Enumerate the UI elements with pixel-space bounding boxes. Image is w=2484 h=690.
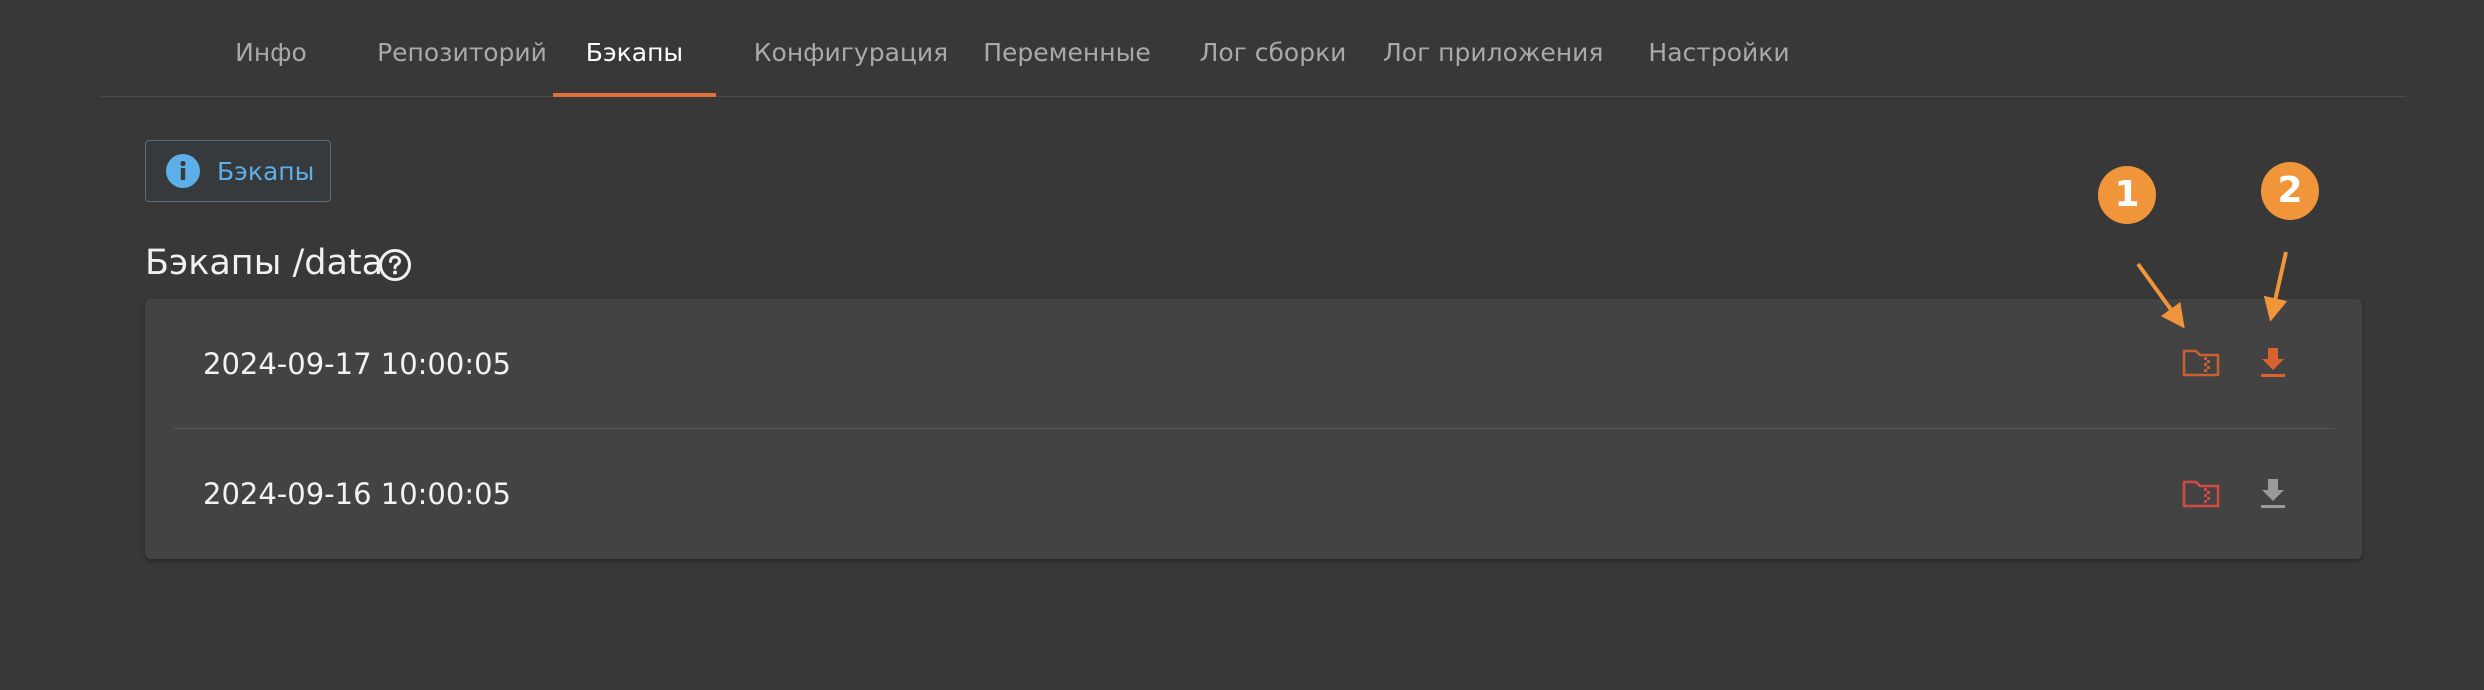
restore-backup-button[interactable] (2173, 466, 2229, 522)
backups-info-chip[interactable]: Бэкапы (145, 140, 331, 202)
download-backup-button[interactable] (2245, 335, 2301, 391)
folder-zip-icon (2182, 480, 2220, 508)
backup-date: 2024-09-16 10:00:05 (203, 477, 511, 511)
annotation-marker-1: 1 (2098, 166, 2156, 224)
backup-date: 2024-09-17 10:00:05 (203, 347, 511, 381)
chip-label: Бэкапы (217, 157, 315, 186)
folder-zip-icon (2182, 349, 2220, 377)
tab-configuration[interactable]: Конфигурация (737, 0, 965, 96)
help-circle-icon[interactable] (378, 248, 412, 282)
section-title: Бэкапы /data (145, 243, 384, 283)
backups-list: 2024-09-17 10:00:05 2024-09-16 10:00:05 (145, 299, 2362, 559)
tab-app-log[interactable]: Лог приложения (1383, 0, 1603, 96)
annotation-marker-2: 2 (2261, 162, 2319, 220)
tab-bar: Инфо Репозиторий Бэкапы Конфигурация Пер… (100, 0, 2406, 97)
backup-row: 2024-09-16 10:00:05 (145, 429, 2362, 559)
tab-settings[interactable]: Настройки (1632, 0, 1806, 96)
tab-build-log[interactable]: Лог сборки (1188, 0, 1358, 96)
tab-repository[interactable]: Репозиторий (351, 0, 573, 96)
download-icon (2261, 348, 2285, 377)
download-icon (2261, 479, 2285, 508)
download-backup-button[interactable] (2245, 466, 2301, 522)
tab-variables[interactable]: Переменные (972, 0, 1162, 96)
tab-info[interactable]: Инфо (221, 0, 321, 96)
backup-row: 2024-09-17 10:00:05 (145, 299, 2362, 429)
restore-backup-button[interactable] (2173, 335, 2229, 391)
tab-backups[interactable]: Бэкапы (553, 0, 716, 97)
info-icon (166, 154, 200, 188)
